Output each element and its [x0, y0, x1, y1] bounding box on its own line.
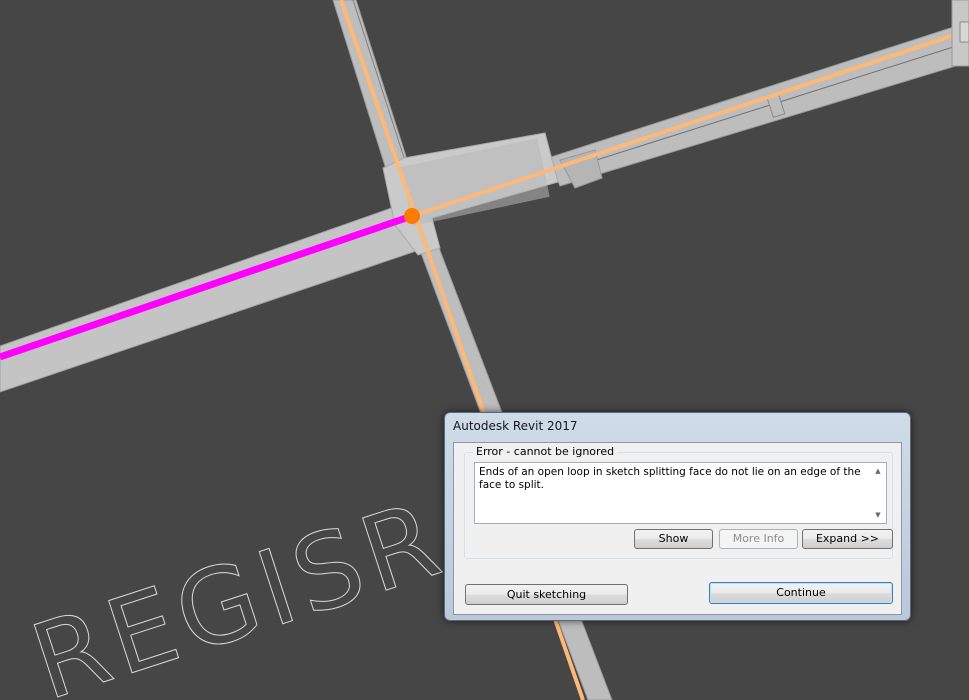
error-group-label: Error - cannot be ignored: [473, 445, 618, 458]
show-button[interactable]: Show: [634, 529, 713, 549]
error-message-box[interactable]: Ends of an open loop in sketch splitting…: [474, 462, 887, 524]
scroll-down-arrow-icon[interactable]: ▼: [872, 509, 884, 521]
error-message-text: Ends of an open loop in sketch splitting…: [479, 466, 861, 491]
scroll-up-arrow-icon[interactable]: ▲: [872, 465, 884, 477]
error-dialog: Autodesk Revit 2017 Error - cannot be ig…: [444, 412, 911, 621]
expand-button[interactable]: Expand >>: [802, 529, 893, 549]
error-group: Error - cannot be ignored Ends of an ope…: [464, 445, 893, 559]
continue-button[interactable]: Continue: [709, 582, 893, 604]
quit-sketching-button[interactable]: Quit sketching: [465, 584, 628, 605]
dialog-body: Error - cannot be ignored Ends of an ope…: [453, 442, 902, 615]
endpoint-marker[interactable]: [404, 208, 420, 224]
dialog-title: Autodesk Revit 2017: [453, 419, 578, 433]
more-info-button[interactable]: More Info: [719, 529, 798, 549]
